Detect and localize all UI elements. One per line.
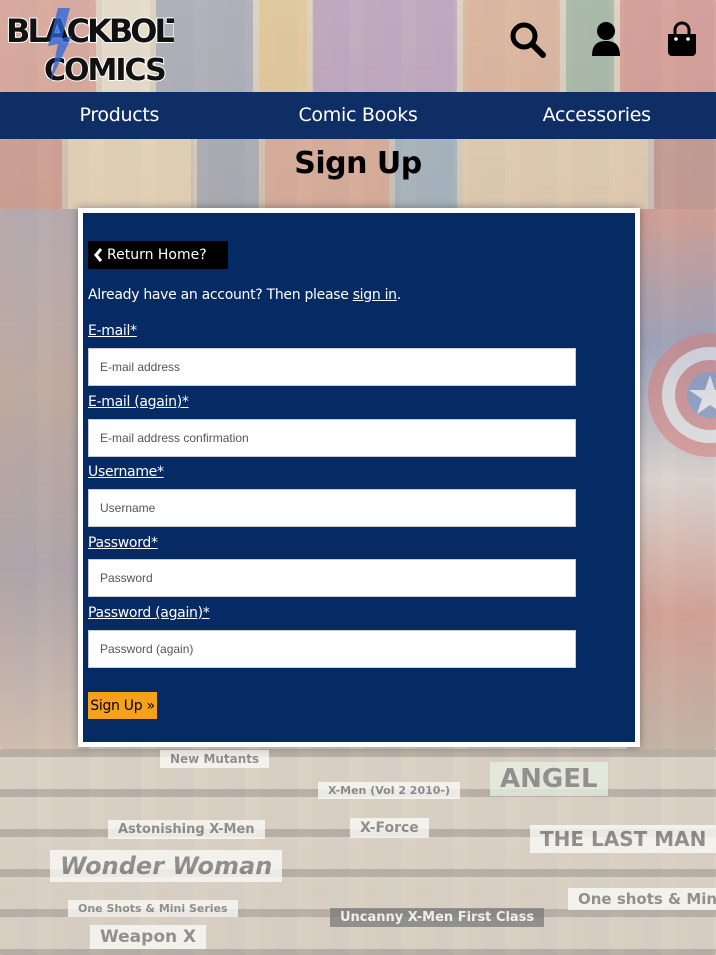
shopping-bag-icon[interactable]	[662, 20, 702, 60]
password-label: Password*	[88, 535, 158, 551]
signup-submit-button[interactable]: Sign Up »	[88, 692, 157, 719]
blackbolt-logo[interactable]: BLACKBOLT COMICS	[2, 2, 174, 88]
user-icon[interactable]	[586, 20, 626, 60]
nav-item-comic-books[interactable]: Comic Books	[239, 92, 478, 139]
username-field[interactable]	[88, 489, 576, 527]
site-header: BLACKBOLT COMICS	[0, 0, 716, 92]
return-home-button[interactable]: Return Home?	[88, 241, 228, 269]
page-title: Sign Up	[294, 146, 422, 181]
email-confirm-label: E-mail (again)*	[88, 394, 189, 410]
svg-text:COMICS: COMICS	[44, 53, 165, 88]
password-confirm-field[interactable]	[88, 630, 576, 668]
password-confirm-label: Password (again)*	[88, 605, 210, 621]
svg-text:BLACKBOLT: BLACKBOLT	[6, 12, 174, 50]
nav-item-accessories[interactable]: Accessories	[477, 92, 716, 139]
email-field[interactable]	[88, 348, 576, 386]
username-label: Username*	[88, 464, 164, 480]
signin-link[interactable]: sign in	[353, 287, 397, 303]
search-icon[interactable]	[508, 20, 548, 60]
email-label: E-mail*	[88, 323, 137, 339]
nav-item-products[interactable]: Products	[0, 92, 239, 139]
main-nav: Products Comic Books Accessories	[0, 92, 716, 139]
signin-prompt: Already have an account? Then please sig…	[88, 287, 401, 303]
chevron-left-icon	[94, 248, 103, 262]
return-home-label: Return Home?	[107, 247, 207, 263]
password-field[interactable]	[88, 559, 576, 597]
signup-panel: Return Home? Already have an account? Th…	[78, 208, 640, 747]
signup-form: Return Home? Already have an account? Th…	[83, 213, 635, 742]
email-confirm-field[interactable]	[88, 419, 576, 457]
